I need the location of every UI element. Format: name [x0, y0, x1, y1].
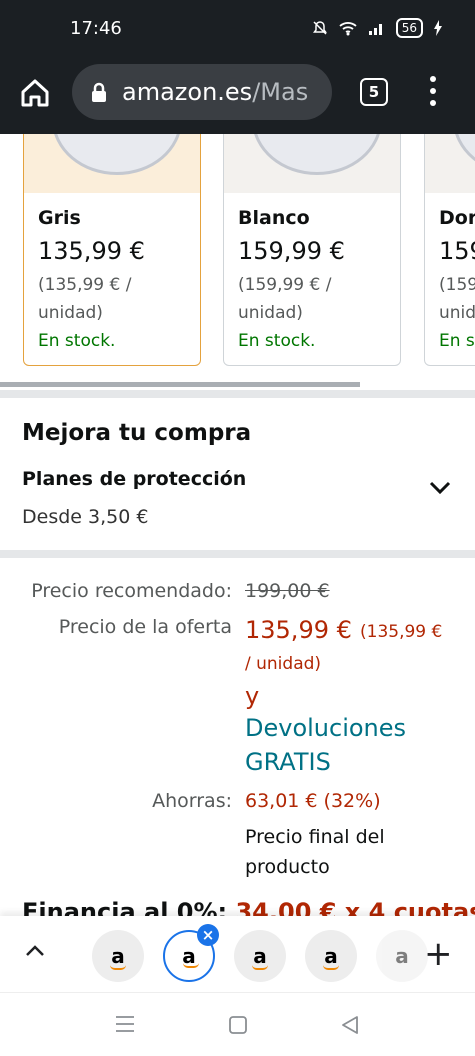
savings-label: Ahorras: [152, 790, 232, 812]
address-bar[interactable]: amazon.es/Mas [72, 64, 332, 120]
offer-unit-price-cont: / unidad) [245, 654, 322, 674]
and-text: y [245, 682, 260, 710]
browser-toolbar: amazon.es/Mas 5 [0, 62, 475, 134]
signal-icon [368, 24, 382, 35]
section-divider [0, 550, 475, 558]
improve-purchase-section: Mejora tu compra Planes de protección De… [22, 420, 462, 528]
section-divider [0, 390, 475, 398]
offer-unit-price: (135,99 € [360, 622, 443, 642]
overflow-menu-icon[interactable] [428, 76, 438, 106]
carousel-scrollbar[interactable] [0, 382, 360, 387]
variant-name: Blanco [238, 207, 310, 229]
url-path: /Mas [252, 78, 309, 106]
variant-name: Gris [38, 207, 81, 229]
close-tab-icon[interactable]: × [197, 924, 219, 946]
section-title: Mejora tu compra [22, 420, 252, 446]
variant-card-dorado[interactable]: Dor 159 (159unid En st [424, 134, 475, 366]
lock-icon [92, 82, 106, 102]
variant-image [24, 134, 200, 193]
url-host: amazon.es [122, 78, 253, 106]
chevron-down-icon[interactable] [428, 480, 452, 496]
variant-stock: En stock. [238, 331, 316, 351]
tab-amazon[interactable]: a [234, 930, 286, 982]
variant-stock: En stock. [38, 331, 116, 351]
tab-amazon[interactable]: a [376, 930, 428, 982]
protection-plans-price: Desde 3,50 € [22, 506, 149, 528]
final-price-note-cont: producto [245, 856, 330, 878]
variant-name: Dor [439, 207, 475, 229]
wifi-icon [339, 22, 357, 36]
variant-image [224, 134, 400, 193]
variant-carousel: Gris 135,99 € (135,99 € / unidad) En stoc… [0, 134, 475, 374]
variant-stock: En st [439, 331, 475, 351]
back-icon[interactable] [340, 1015, 360, 1035]
tab-amazon[interactable]: a [92, 930, 144, 982]
status-bar: 17:46 56 [0, 0, 475, 62]
final-price-note: Precio final del [245, 826, 385, 848]
tab-strip: a a × a a a + [0, 916, 475, 992]
variant-price: 159 [439, 237, 475, 265]
system-nav-bar [0, 992, 475, 1056]
home-icon[interactable] [18, 76, 52, 110]
protection-plans-title[interactable]: Planes de protección [22, 468, 246, 490]
recommended-price-value: 199,00 € [245, 580, 330, 602]
mute-bell-icon [312, 21, 327, 35]
battery-indicator: 56 [395, 18, 423, 38]
home-nav-icon[interactable] [228, 1015, 248, 1035]
new-tab-icon[interactable]: + [424, 934, 453, 974]
variant-card-blanco[interactable]: Blanco 159,99 € (159,99 € / unidad) En st… [223, 134, 401, 366]
free-returns-link[interactable]: Devoluciones [245, 714, 406, 742]
recents-icon[interactable] [114, 1015, 136, 1033]
offer-price-value: 135,99 € [245, 616, 352, 644]
chevron-up-icon[interactable] [24, 944, 46, 958]
free-returns-link-cont[interactable]: GRATIS [245, 748, 331, 776]
variant-unit-price: (159 unid [439, 275, 475, 323]
savings-value: 63,01 € (32%) [245, 790, 381, 812]
offer-price-label: Precio de la oferta [58, 616, 232, 638]
variant-card-gris[interactable]: Gris 135,99 € (135,99 € / unidad) En stoc… [23, 134, 201, 366]
variant-price: 135,99 € [38, 237, 145, 265]
status-time: 17:46 [70, 18, 122, 39]
tab-switcher-button[interactable]: 5 [360, 78, 388, 106]
status-icons: 56 [312, 18, 443, 38]
variant-unit-price: (135,99 € / unidad) [38, 275, 132, 323]
variant-image [425, 134, 475, 193]
variant-price: 159,99 € [238, 237, 345, 265]
recommended-price-label: Precio recomendado: [31, 580, 232, 602]
tab-amazon[interactable]: a [305, 930, 357, 982]
charging-icon [434, 20, 442, 36]
variant-unit-price: (159,99 € / unidad) [238, 275, 332, 323]
